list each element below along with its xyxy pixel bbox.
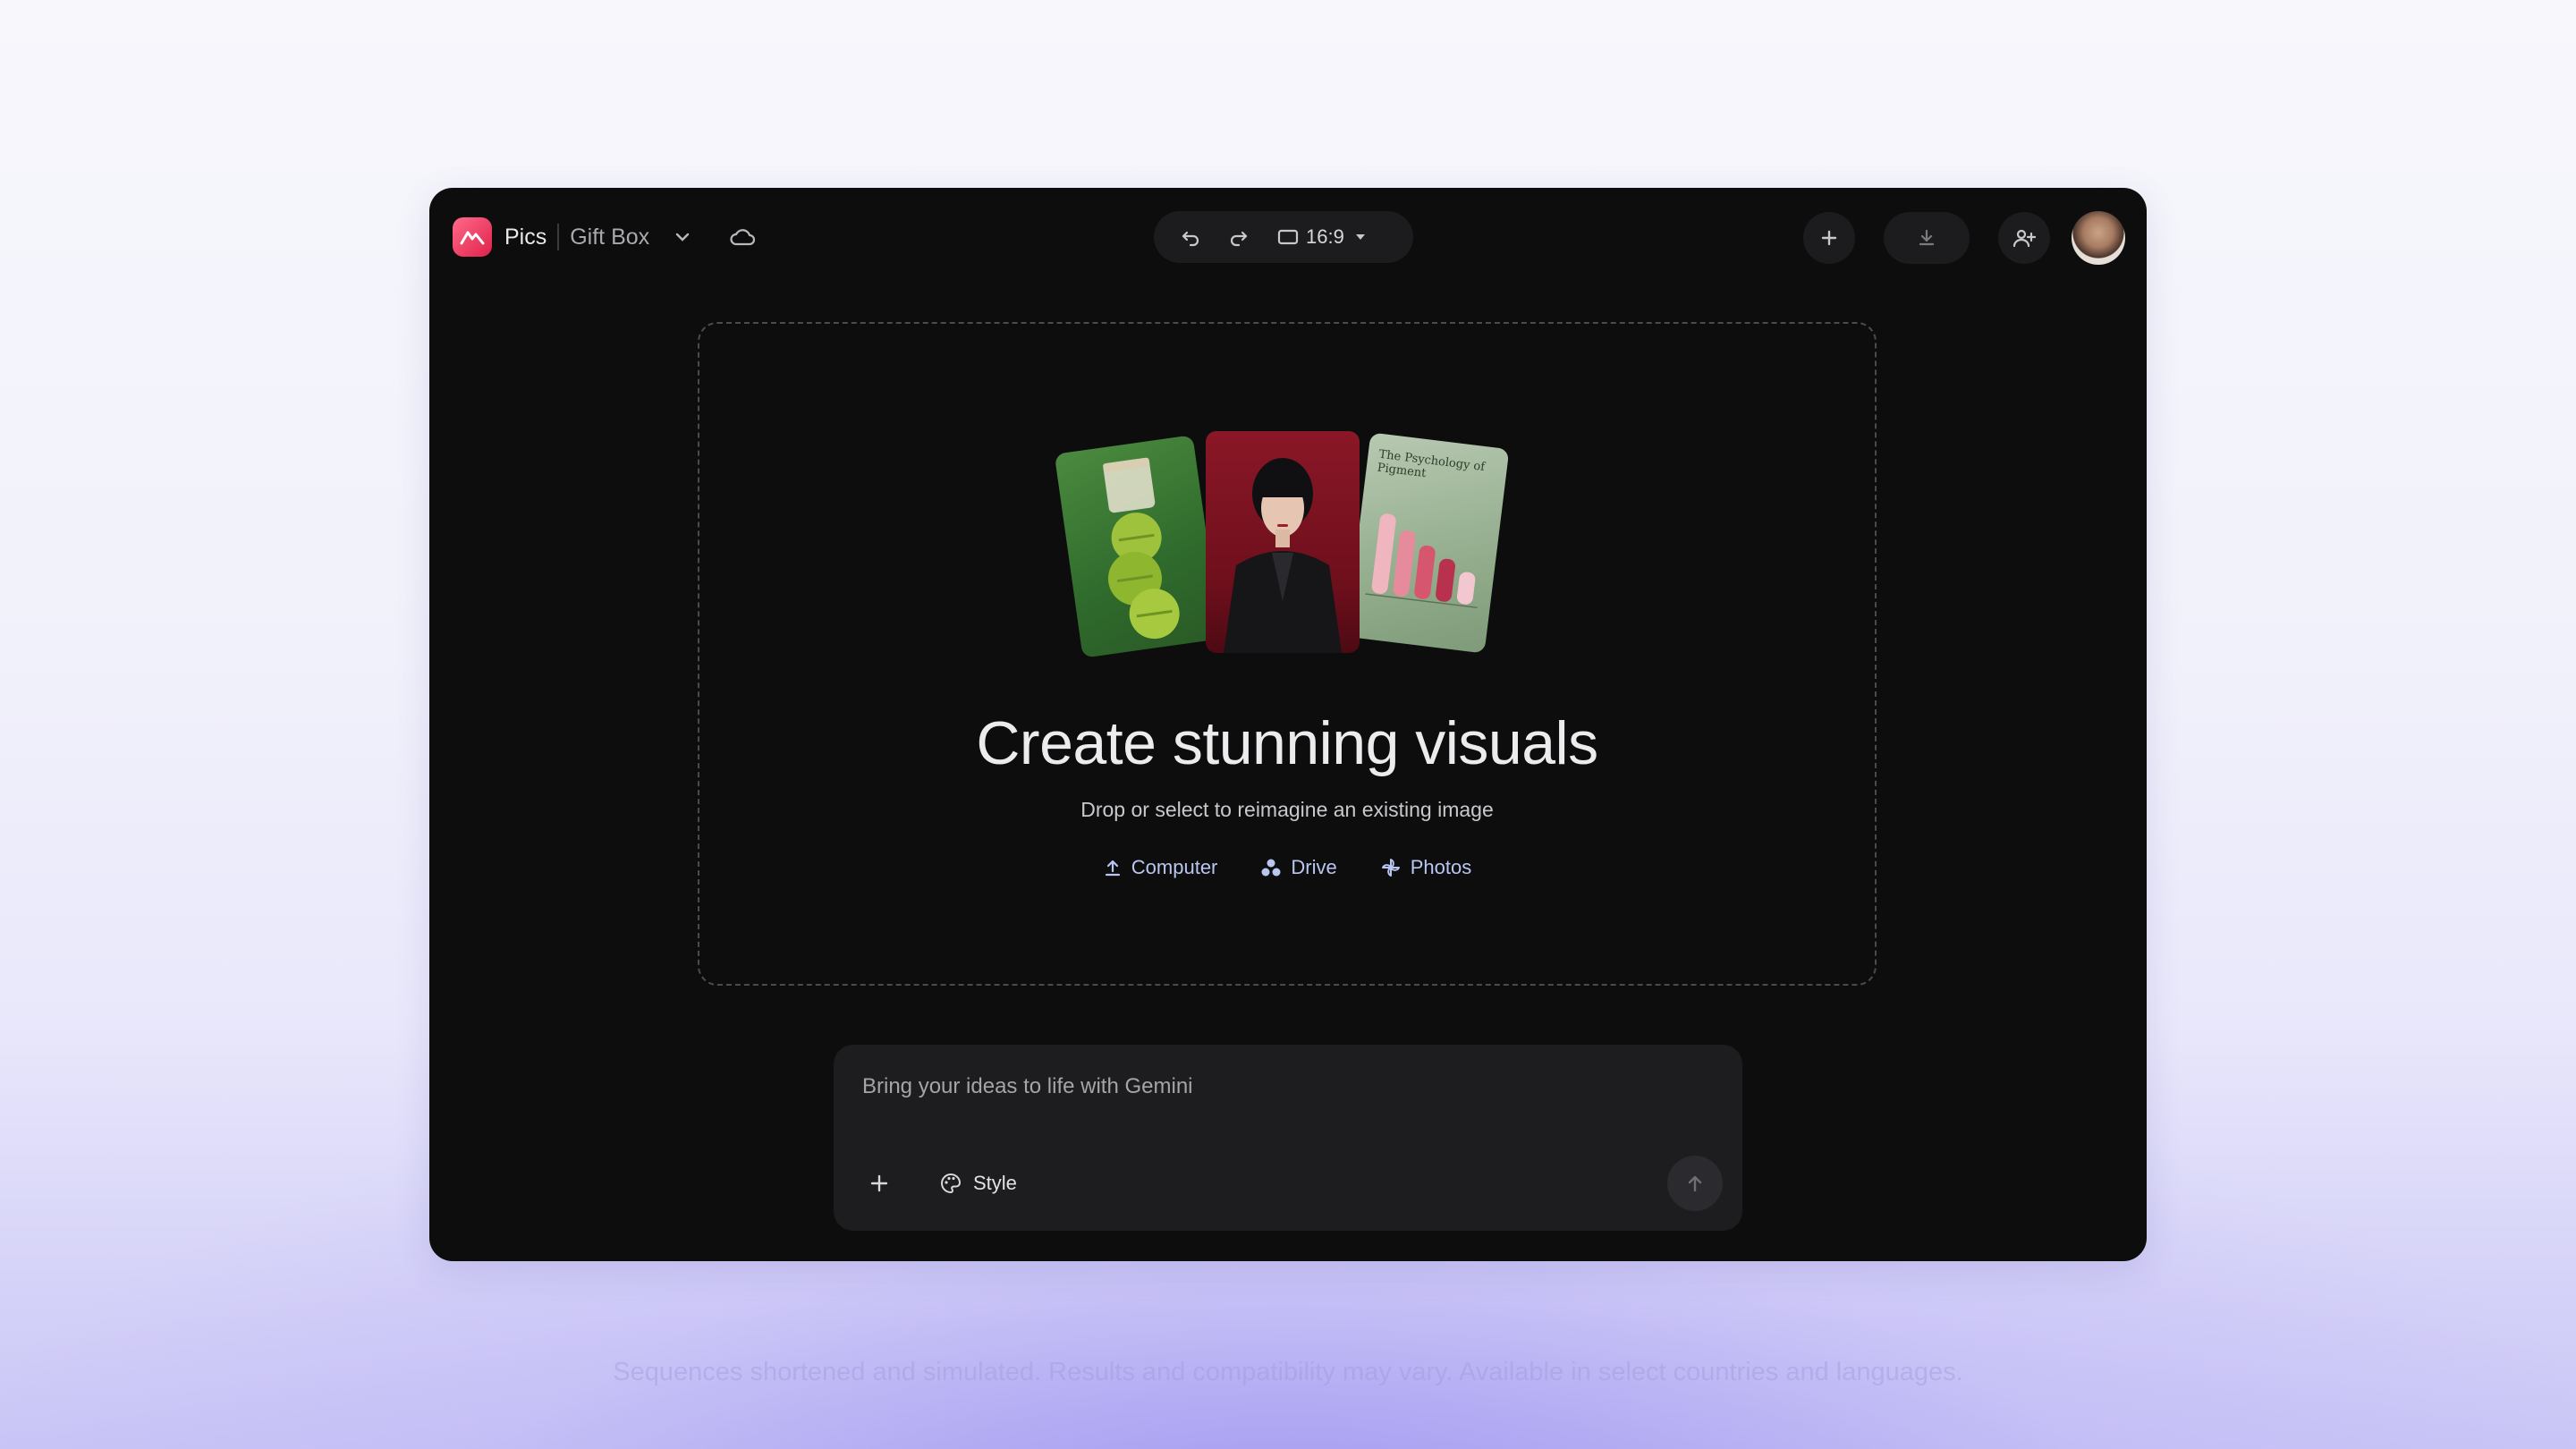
add-attachment-button[interactable] (853, 1157, 905, 1209)
download-button[interactable] (1884, 212, 1970, 264)
app-window: Pics Gift Box 16:9 The Psychology of Pig… (429, 188, 2147, 1261)
style-button[interactable]: Style (939, 1165, 1017, 1202)
undo-icon[interactable] (1166, 213, 1215, 261)
disclaimer-text: Sequences shortened and simulated. Resul… (613, 1358, 1963, 1386)
top-bar: Pics Gift Box 16:9 (429, 188, 2147, 286)
new-button[interactable] (1803, 212, 1855, 264)
example-image-portrait (1206, 431, 1360, 653)
title-divider (557, 224, 560, 250)
upload-from-computer-label: Computer (1131, 856, 1218, 878)
aspect-ratio-select[interactable]: 16:9 (1277, 225, 1366, 249)
edit-toolbar: 16:9 (1154, 211, 1413, 263)
app-name: Pics (504, 224, 547, 250)
send-button[interactable] (1667, 1156, 1723, 1211)
brand: Pics Gift Box (453, 215, 758, 259)
project-name[interactable]: Gift Box (570, 225, 649, 250)
avatar[interactable] (2072, 211, 2125, 265)
prompt-input[interactable] (860, 1068, 1705, 1106)
plus-icon (1821, 230, 1837, 246)
style-label: Style (973, 1172, 1017, 1194)
add-person-icon (2012, 229, 2036, 248)
photos-icon (1381, 859, 1400, 877)
caret-down-icon (1355, 234, 1365, 240)
example-images: The Psychology of Pigment (1054, 431, 1522, 682)
upload-from-drive-button[interactable]: Drive (1260, 852, 1337, 884)
share-button[interactable] (1998, 212, 2050, 264)
image-drop-zone[interactable]: The Psychology of Pigment Create stunnin… (698, 322, 1877, 986)
plus-icon (870, 1174, 888, 1192)
aspect-ratio-icon (1277, 229, 1299, 245)
upload-from-drive-label: Drive (1291, 856, 1337, 878)
prompt-box: Style (834, 1045, 1742, 1231)
palette-icon (941, 1173, 962, 1194)
upload-from-photos-button[interactable]: Photos (1380, 852, 1472, 884)
hero-title: Create stunning visuals (976, 709, 1598, 777)
aspect-ratio-label: 16:9 (1306, 225, 1344, 248)
upload-icon (1105, 860, 1120, 877)
upload-from-photos-label: Photos (1410, 856, 1472, 878)
upload-sources: Computer Drive Photos (699, 852, 1875, 884)
pics-logo-icon[interactable] (453, 217, 492, 257)
upload-from-computer-button[interactable]: Computer (1103, 852, 1218, 884)
redo-icon[interactable] (1215, 213, 1263, 261)
header-actions (1775, 211, 2125, 265)
example-image-chart: The Psychology of Pigment (1345, 432, 1510, 654)
chevron-down-icon[interactable] (669, 224, 696, 250)
drive-icon (1261, 859, 1281, 877)
download-icon (1919, 229, 1935, 246)
cloud-sync-icon[interactable] (726, 221, 758, 253)
example-image-product (1054, 435, 1222, 658)
hero-subtitle: Drop or select to reimagine an existing … (1080, 798, 1494, 821)
arrow-up-icon (1688, 1175, 1702, 1192)
